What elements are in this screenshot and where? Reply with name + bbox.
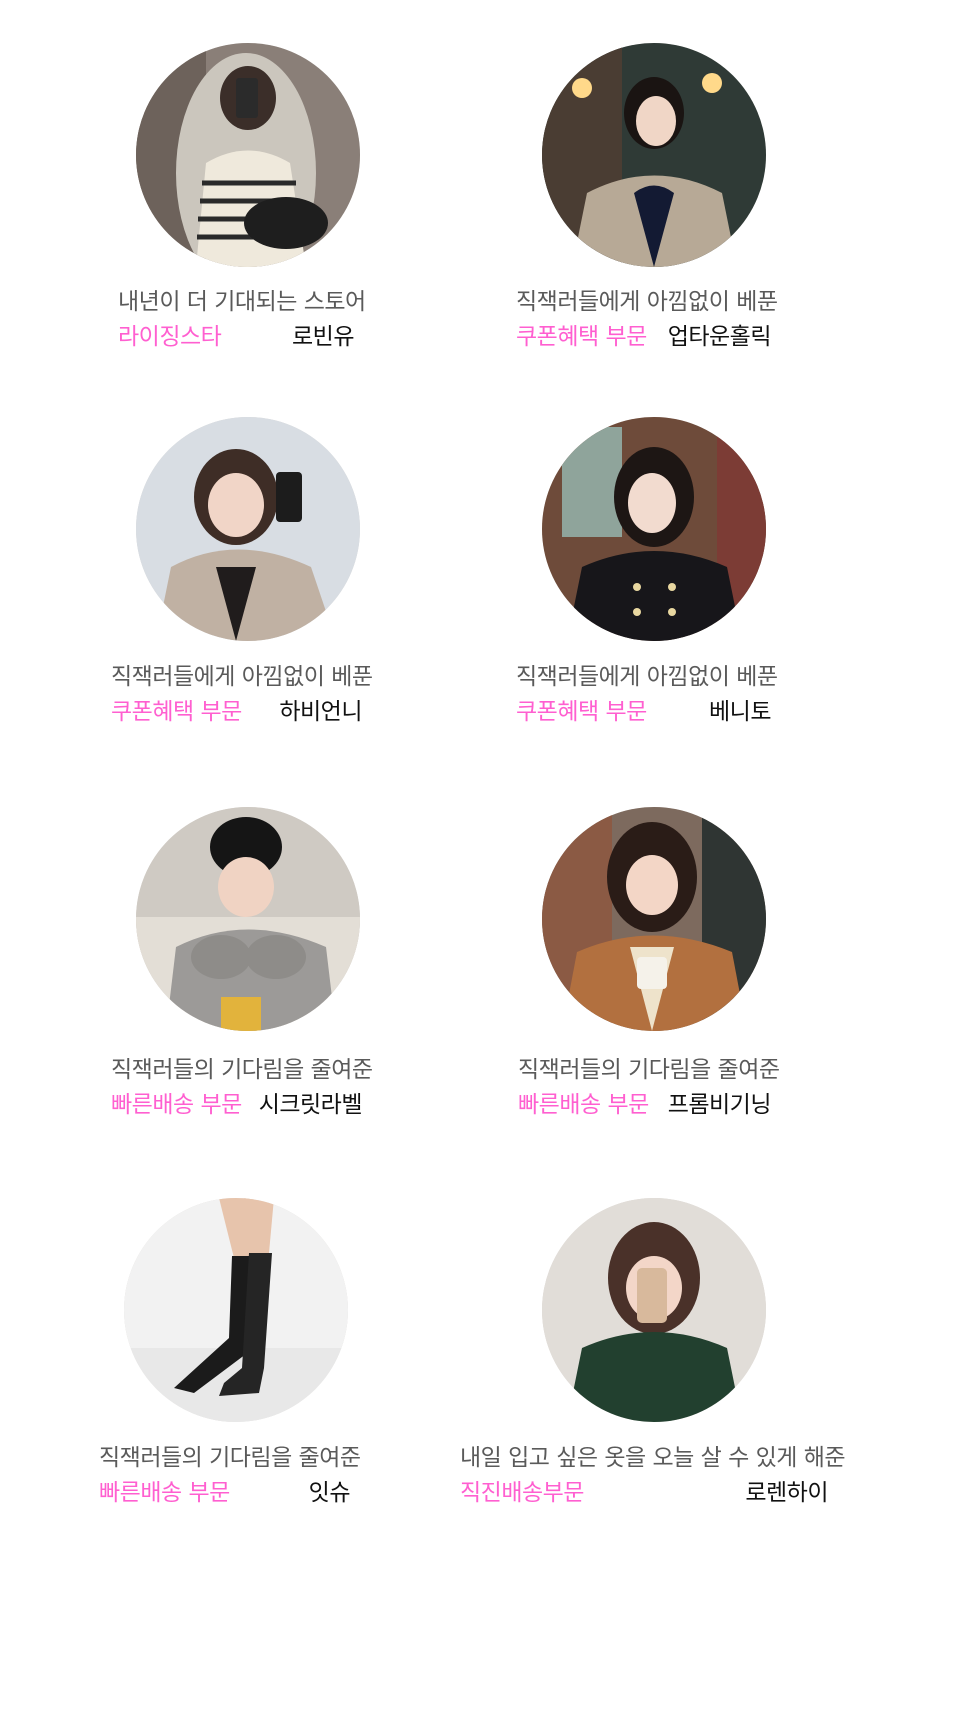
store-photo-4[interactable] [542,417,766,641]
woman-green-sweater-phone-selfie-photo [542,1198,766,1422]
woman-black-tweed-jacket-photo [542,417,766,641]
award-category: 빠른배송 부문 [111,1092,242,1118]
store-photo-3[interactable] [136,417,360,641]
award-category: 쿠폰혜택 부문 [111,699,242,725]
store-photo-7[interactable] [124,1198,348,1422]
store-name[interactable]: 로렌하이 [745,1473,828,1507]
store-tagline: 직잭러들의 기다림을 줄여준 [518,1057,780,1083]
store-name[interactable]: 로빈유 [292,317,354,351]
store-name[interactable]: 하비언니 [279,692,362,726]
store-tagline: 직잭러들에게 아낌없이 베푼 [111,664,373,690]
store-name[interactable]: 베니토 [709,692,771,726]
woman-brown-jacket-coffee-mug-photo [542,807,766,1031]
store-tagline: 직잭러들의 기다림을 줄여준 [99,1445,361,1471]
store-photo-5[interactable] [136,807,360,1031]
award-category: 빠른배송 부문 [99,1480,230,1506]
store-name[interactable]: 업타운홀릭 [668,317,772,351]
store-photo-1[interactable] [136,43,360,267]
award-category: 쿠폰혜택 부문 [516,699,647,725]
award-category: 직진배송부문 [460,1480,584,1506]
woman-beanie-gray-sweatshirt-photo [136,807,360,1031]
award-category: 라이징스타 [118,324,222,350]
store-photo-8[interactable] [542,1198,766,1422]
woman-fur-coat-mirror-selfie-photo [136,417,360,641]
store-photo-6[interactable] [542,807,766,1031]
store-tagline: 직잭러들의 기다림을 줄여준 [111,1057,373,1083]
store-tagline: 내일 입고 싶은 옷을 오늘 살 수 있게 해준 [460,1445,846,1471]
award-category: 빠른배송 부문 [518,1092,649,1118]
woman-tweed-jacket-cafe-photo [542,43,766,267]
store-name[interactable]: 프롬비기닝 [668,1085,772,1119]
store-photo-2[interactable] [542,43,766,267]
store-name[interactable]: 시크릿라벨 [259,1085,363,1119]
black-knee-high-boots-photo [124,1198,348,1422]
store-name[interactable]: 잇슈 [309,1473,351,1507]
woman-striped-sweater-mirror-selfie-photo [136,43,360,267]
award-category: 쿠폰혜택 부문 [516,324,647,350]
store-tagline: 직잭러들에게 아낌없이 베푼 [516,289,778,315]
store-tagline: 내년이 더 기대되는 스토어 [118,289,366,315]
store-tagline: 직잭러들에게 아낌없이 베푼 [516,664,778,690]
